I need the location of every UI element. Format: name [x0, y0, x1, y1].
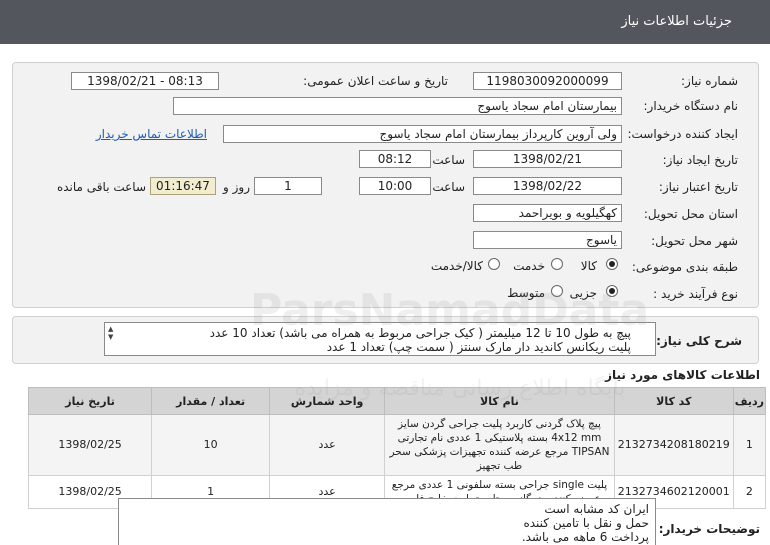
description-line: پلیت ریکانس کاندید دار مارک سنتز ( سمت چ… — [326, 340, 631, 354]
remaining-time-label: ساعت باقی مانده — [56, 180, 146, 194]
requester-field[interactable]: ولی آروین کارپرداز بیمارستان امام سجاد ی… — [223, 125, 622, 143]
row-unit: عدد — [269, 414, 386, 476]
table-row[interactable]: 1 2132734208180219 پیچ پلاک گردنی کاربرد… — [27, 414, 767, 476]
province-label: استان محل تحویل: — [643, 207, 738, 221]
buyer-org-field[interactable]: بیمارستان امام سجاد یاسوج — [173, 97, 622, 115]
created-time-field[interactable]: 08:12 — [359, 150, 431, 168]
process-medium-radio[interactable] — [551, 285, 563, 297]
col-qty-header: تعداد / مقدار — [151, 387, 271, 415]
created-date-label: تاریخ ایجاد نیاز: — [662, 153, 738, 167]
category-service-radio[interactable] — [551, 258, 563, 270]
goods-table: ردیف کد کالا نام کالا واحد شمارش تعداد /… — [27, 387, 767, 509]
row-index: 1 — [732, 414, 767, 476]
col-code-header: کد کالا — [613, 387, 734, 415]
need-number-field[interactable]: 1198030092000099 — [473, 72, 622, 90]
category-goods-label: کالا — [580, 259, 597, 273]
category-goods-radio[interactable] — [606, 258, 618, 270]
province-field[interactable]: کهگیلویه و بویراحمد — [473, 204, 622, 222]
col-date-header: تاریخ نیاز — [27, 387, 153, 415]
buyer-note-line: پرداخت 6 ماهه می باشد. — [521, 530, 649, 544]
category-label: طبقه بندی موضوعی: — [631, 260, 738, 274]
buyer-note-line: حمل و نقل با تامین کننده — [523, 516, 649, 530]
validity-date-label: تاریخ اعتبار نیاز: — [658, 180, 738, 194]
city-label: شهر محل تحویل: — [651, 234, 738, 248]
process-minor-radio[interactable] — [606, 285, 618, 297]
need-number-label: شماره نیاز: — [681, 74, 738, 88]
page-title: جزئیات اطلاعات نیاز — [621, 14, 732, 29]
row-code: 2132734208180219 — [613, 414, 734, 476]
description-textarea[interactable]: ▲ ▼ پیچ به طول 10 تا 12 میلیمتر ( کیک جرا… — [104, 322, 656, 356]
process-minor-label: جزیی — [569, 286, 597, 300]
requester-label: ایجاد کننده درخواست: — [627, 127, 738, 141]
col-unit-header: واحد شمارش — [269, 387, 386, 415]
validity-time-label: ساعت — [432, 180, 465, 194]
description-label: شرح کلی نیاز: — [656, 334, 742, 348]
announce-datetime-label: تاریخ و ساعت اعلان عمومی: — [303, 74, 448, 88]
goods-table-header-row: ردیف کد کالا نام کالا واحد شمارش تعداد /… — [27, 387, 767, 415]
buyer-contact-link[interactable]: اطلاعات تماس خریدار — [96, 127, 207, 141]
category-goods-service-label: کالا/خدمت — [430, 259, 483, 273]
row-index: 2 — [732, 475, 767, 509]
created-time-label: ساعت — [432, 153, 465, 167]
page-header: جزئیات اطلاعات نیاز — [0, 0, 770, 44]
announce-datetime-field[interactable]: 1398/02/21 - 08:13 — [71, 72, 219, 90]
col-index-header: ردیف — [732, 387, 767, 415]
remaining-time-field: 01:16:47 — [150, 177, 216, 195]
description-line: پیچ به طول 10 تا 12 میلیمتر ( کیک جراحی … — [209, 326, 631, 340]
city-field[interactable]: یاسوج — [473, 231, 622, 249]
validity-days-field[interactable]: 1 — [254, 177, 322, 195]
col-name-header: نام کالا — [384, 387, 615, 415]
validity-days-label: روز و — [223, 180, 250, 194]
validity-time-field[interactable]: 10:00 — [359, 177, 431, 195]
row-date: 1398/02/25 — [27, 414, 153, 476]
buyer-note-line: ایران کد مشابه است — [544, 502, 649, 516]
created-date-field[interactable]: 1398/02/21 — [473, 150, 622, 168]
process-type-label: نوع فرآیند خرید : — [653, 287, 738, 301]
category-service-label: خدمت — [513, 259, 545, 273]
row-name: پیچ پلاک گردنی کاربرد پلیت جراحی گردن سا… — [384, 414, 615, 476]
buyer-notes-box: ایران کد مشابه است حمل و نقل با تامین کن… — [118, 498, 656, 545]
buyer-notes-label: توضیحات خریدار: — [658, 522, 760, 536]
goods-section-title: اطلاعات کالاهای مورد نیاز — [605, 368, 760, 382]
row-qty: 10 — [151, 414, 271, 476]
process-medium-label: متوسط — [507, 286, 545, 300]
buyer-org-label: نام دستگاه خریدار: — [643, 99, 739, 113]
validity-date-field[interactable]: 1398/02/22 — [473, 177, 622, 195]
scroll-arrows-icon[interactable]: ▲ ▼ — [108, 325, 113, 341]
category-goods-service-radio[interactable] — [488, 258, 500, 270]
